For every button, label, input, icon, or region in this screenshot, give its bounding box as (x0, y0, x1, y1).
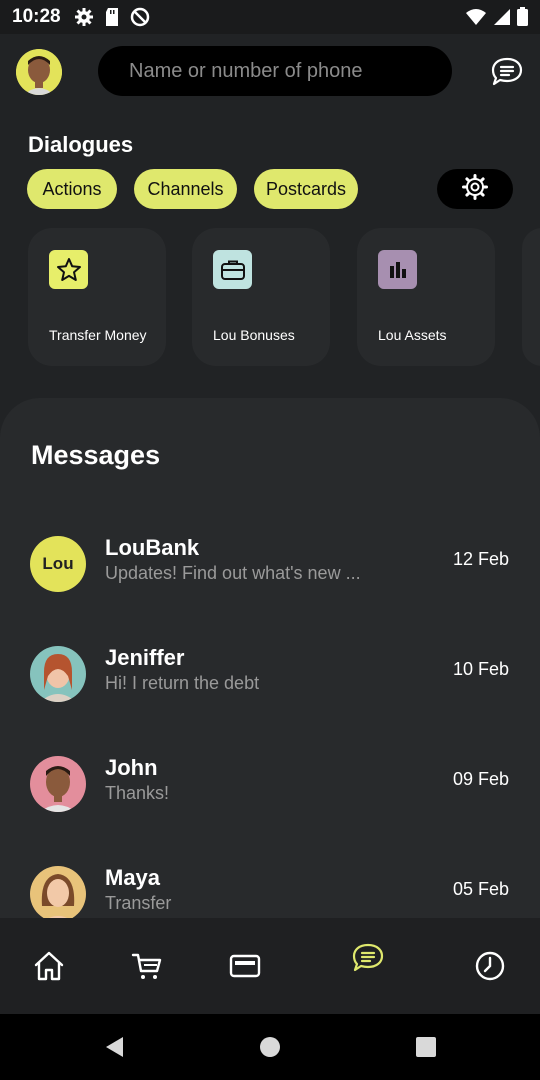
john-avatar (30, 756, 86, 812)
chat-icon[interactable] (348, 938, 388, 978)
message-row-maya[interactable]: Maya Transfer 05 Feb (0, 856, 540, 918)
message-sender: John (105, 755, 158, 780)
jeniffer-avatar (30, 646, 86, 702)
app-screen: 10:28 Name or number of phone Dialogues … (0, 0, 540, 1080)
messages-title: Messages (31, 440, 161, 470)
search-box[interactable] (98, 46, 452, 96)
settings-icon (74, 7, 94, 32)
gear-icon (461, 173, 489, 206)
message-date: 10 Feb (452, 659, 509, 679)
quick-action-transfer-money[interactable]: Transfer Money (28, 228, 166, 366)
loubank-avatar: Lou (30, 536, 86, 592)
history-icon[interactable] (470, 946, 510, 986)
quick-action-lou-bonuses[interactable]: Lou Bonuses (192, 228, 330, 366)
home-circle-icon[interactable] (259, 1036, 281, 1063)
card-icon[interactable] (225, 946, 265, 986)
quick-action-label: Lou Assets (378, 327, 447, 343)
briefcase-icon (213, 250, 252, 289)
at-sign-icon (130, 7, 150, 32)
quick-action-label: Lou Bonuses (213, 327, 295, 343)
bar-chart-icon (378, 250, 417, 289)
search-input[interactable] (98, 46, 452, 96)
message-date: 12 Feb (452, 549, 509, 569)
sd-card-icon (104, 7, 120, 32)
message-date: 05 Feb (452, 879, 509, 899)
status-time: 10:28 (12, 6, 61, 27)
chip-postcards[interactable]: Postcards (254, 169, 358, 209)
message-date: 09 Feb (452, 769, 509, 789)
star-icon (49, 250, 88, 289)
back-icon[interactable] (103, 1036, 125, 1063)
status-bar: 10:28 (0, 0, 540, 34)
bottom-nav (0, 918, 540, 1014)
cart-icon[interactable] (127, 946, 167, 986)
dialogues-title: Dialogues (28, 132, 134, 157)
message-row-john[interactable]: John Thanks! 09 Feb (0, 746, 540, 822)
quick-action-more[interactable] (522, 228, 540, 366)
message-sender: Maya (105, 865, 161, 890)
message-preview: Hi! I return the debt (105, 673, 260, 693)
message-sender: LouBank (105, 535, 200, 560)
chip-actions[interactable]: Actions (27, 169, 117, 209)
status-right-icons (465, 7, 528, 31)
message-preview: Thanks! (105, 783, 170, 803)
home-icon[interactable] (29, 946, 69, 986)
maya-avatar (30, 866, 86, 918)
signal-icon (493, 8, 511, 31)
chat-bubble-icon[interactable] (490, 56, 524, 88)
message-preview: Updates! Find out what's new ... (105, 563, 361, 583)
battery-icon (517, 7, 528, 31)
loubank-logo-text: Lou (42, 554, 74, 573)
dialogues-settings-button[interactable] (437, 169, 513, 209)
message-row-jeniffer[interactable]: Jeniffer Hi! I return the debt 10 Feb (0, 636, 540, 712)
chip-channels[interactable]: Channels (134, 169, 237, 209)
message-preview: Transfer (105, 893, 172, 913)
quick-action-lou-assets[interactable]: Lou Assets (357, 228, 495, 366)
message-row-loubank[interactable]: Lou LouBank Updates! Find out what's new… (0, 526, 540, 602)
system-nav-bar (0, 1014, 540, 1080)
profile-avatar[interactable] (16, 49, 62, 95)
status-left-icons (74, 7, 150, 32)
message-sender: Jeniffer (105, 645, 185, 670)
recents-icon[interactable] (415, 1036, 437, 1063)
wifi-icon (465, 8, 487, 31)
quick-action-label: Transfer Money (49, 327, 147, 343)
messages-panel: Messages Lou LouBank Updates! Find out w… (0, 398, 540, 918)
